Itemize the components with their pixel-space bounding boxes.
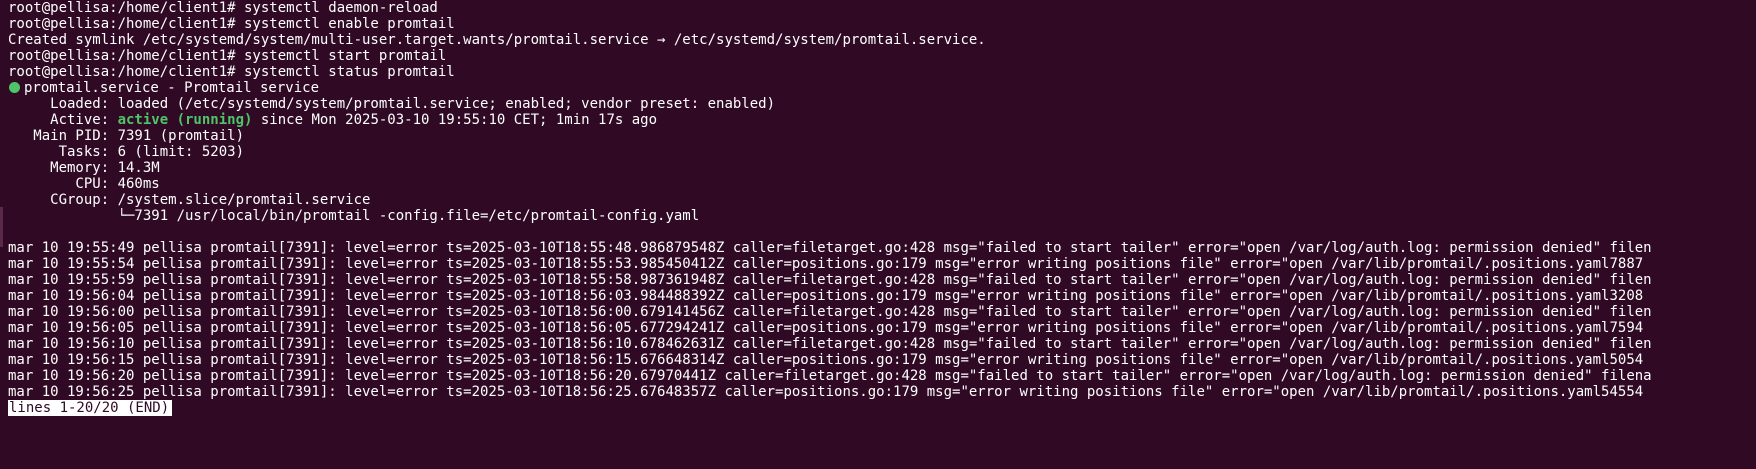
service-header: promtail.service - Promtail service xyxy=(8,80,1756,96)
log-line: mar 10 19:55:59 pellisa promtail[7391]: … xyxy=(8,272,1652,288)
log-line: mar 10 19:56:04 pellisa promtail[7391]: … xyxy=(8,288,1644,304)
green-dot-icon xyxy=(9,82,20,93)
tasks-line: Tasks: 6 (limit: 5203) xyxy=(8,144,245,160)
cgroup-line: CGroup: /system.slice/promtail.service xyxy=(8,192,371,208)
active-state: active (running) xyxy=(117,112,253,128)
journal-log: mar 10 19:55:49 pellisa promtail[7391]: … xyxy=(8,240,1756,400)
log-line: mar 10 19:55:54 pellisa promtail[7391]: … xyxy=(8,256,1644,272)
active-line: Active: active (running) since Mon 2025-… xyxy=(8,112,1756,128)
active-since: since Mon 2025-03-10 19:55:10 CET; 1min … xyxy=(252,112,658,128)
service-title: promtail.service - Promtail service xyxy=(24,80,320,96)
log-line: mar 10 19:56:15 pellisa promtail[7391]: … xyxy=(8,352,1644,368)
pager-line: lines 1-20/20 (END) xyxy=(8,400,1756,416)
scroll-indicator[interactable] xyxy=(0,207,3,247)
memory-line: Memory: 14.3M xyxy=(8,160,160,176)
cpu-line: CPU: 460ms xyxy=(8,176,160,192)
terminal-line: root@pellisa:/home/client1# systemctl da… xyxy=(8,0,438,16)
terminal-line: root@pellisa:/home/client1# systemctl en… xyxy=(8,16,455,32)
terminal-line: root@pellisa:/home/client1# systemctl st… xyxy=(8,64,455,80)
log-line: mar 10 19:55:49 pellisa promtail[7391]: … xyxy=(8,240,1652,256)
terminal-line: Created symlink /etc/systemd/system/mult… xyxy=(8,32,986,48)
log-line: mar 10 19:56:20 pellisa promtail[7391]: … xyxy=(8,368,1652,384)
pager-status: lines 1-20/20 (END) xyxy=(8,400,173,416)
main-pid-line: Main PID: 7391 (promtail) xyxy=(8,128,245,144)
log-line: mar 10 19:56:10 pellisa promtail[7391]: … xyxy=(8,336,1652,352)
active-label: Active: xyxy=(8,112,118,128)
command-history: root@pellisa:/home/client1# systemctl da… xyxy=(8,0,1756,80)
log-line: mar 10 19:56:05 pellisa promtail[7391]: … xyxy=(8,320,1644,336)
terminal-line: root@pellisa:/home/client1# systemctl st… xyxy=(8,48,447,64)
loaded-line: Loaded: loaded (/etc/systemd/system/prom… xyxy=(8,96,776,112)
service-status: promtail.service - Promtail service Load… xyxy=(8,80,1756,224)
cgroup-process-line: └─7391 /usr/local/bin/promtail -config.f… xyxy=(8,208,700,224)
terminal-window[interactable]: root@pellisa:/home/client1# systemctl da… xyxy=(0,0,1756,469)
log-line: mar 10 19:56:25 pellisa promtail[7391]: … xyxy=(8,384,1644,400)
log-line: mar 10 19:56:00 pellisa promtail[7391]: … xyxy=(8,304,1652,320)
